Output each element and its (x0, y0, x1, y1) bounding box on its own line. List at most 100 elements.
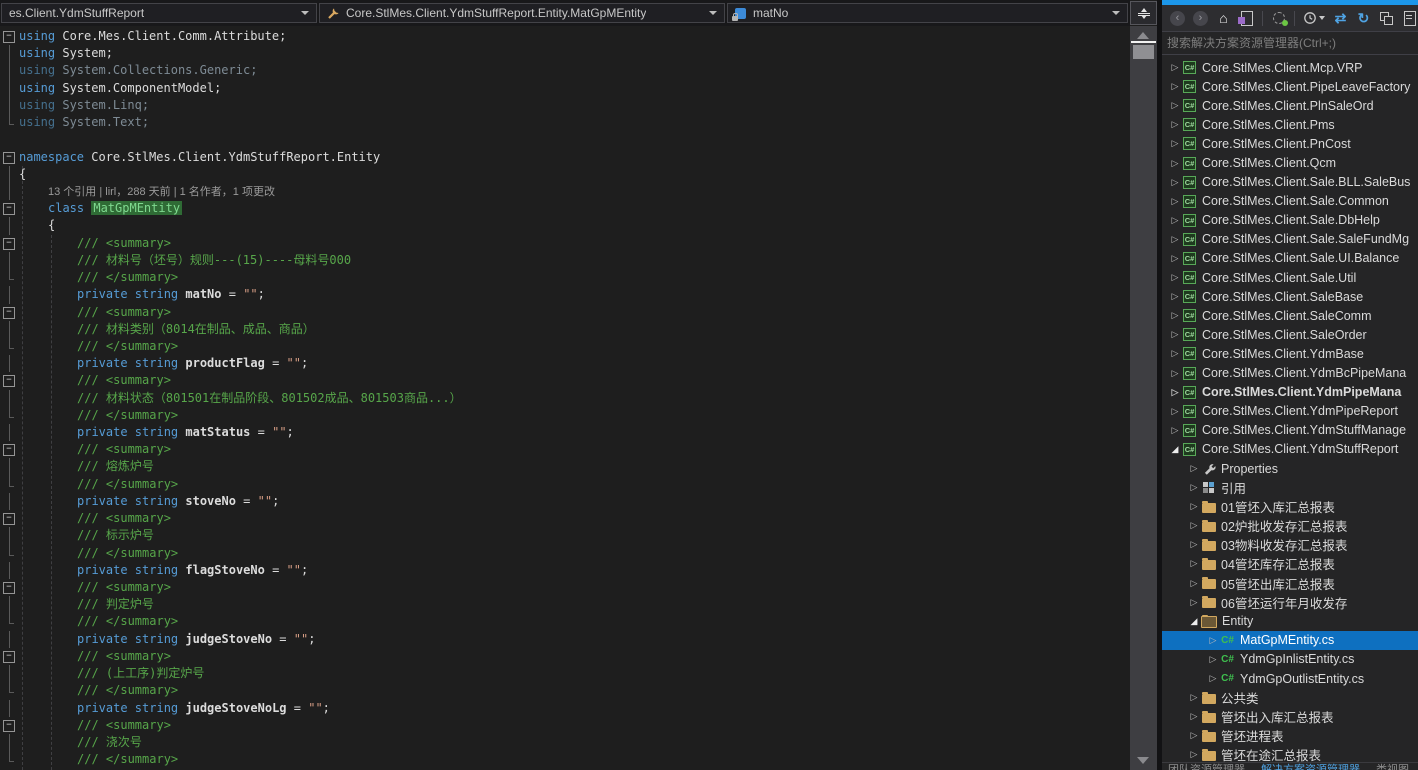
collapsed-arrow-icon[interactable]: ▷ (1168, 348, 1182, 359)
tree-item[interactable]: ◢Entity (1162, 612, 1418, 631)
collapsed-arrow-icon[interactable]: ▷ (1187, 463, 1201, 474)
collapsed-arrow-icon[interactable]: ▷ (1168, 425, 1182, 436)
collapsed-arrow-icon[interactable]: ▷ (1187, 597, 1201, 608)
preview-selected-items-icon[interactable] (1270, 10, 1287, 27)
expanded-arrow-icon[interactable]: ◢ (1187, 616, 1201, 627)
editor-vertical-scrollbar[interactable] (1130, 26, 1157, 770)
sync-active-document-icon[interactable] (1238, 10, 1255, 27)
expanded-arrow-icon[interactable]: ◢ (1168, 444, 1182, 455)
type-dropdown[interactable]: Core.StlMes.Client.YdmStuffReport.Entity… (319, 3, 725, 23)
tree-item[interactable]: ◢C#Core.StlMes.Client.YdmStuffReport (1162, 440, 1418, 459)
outline-collapse-box[interactable] (0, 579, 19, 596)
tree-item[interactable]: ▷C#Core.StlMes.Client.SaleOrder (1162, 325, 1418, 344)
scroll-down-arrow-icon[interactable] (1137, 757, 1149, 764)
outline-collapse-box[interactable] (0, 717, 19, 734)
scroll-up-arrow-icon[interactable] (1137, 32, 1149, 39)
tree-item[interactable]: ▷C#Core.StlMes.Client.Sale.SaleFundMg (1162, 230, 1418, 249)
project-dropdown[interactable]: es.Client.YdmStuffReport (1, 3, 317, 23)
collapsed-arrow-icon[interactable]: ▷ (1168, 100, 1182, 111)
tree-item[interactable]: ▷C#Core.StlMes.Client.Mcp.VRP (1162, 58, 1418, 77)
refresh-icon[interactable]: ↻ (1355, 10, 1372, 27)
collapsed-arrow-icon[interactable]: ▷ (1168, 253, 1182, 264)
forward-icon[interactable]: › (1192, 10, 1209, 27)
tree-item[interactable]: ▷C#Core.StlMes.Client.PnCost (1162, 134, 1418, 153)
collapsed-arrow-icon[interactable]: ▷ (1206, 654, 1220, 665)
outline-collapse-box[interactable] (0, 304, 19, 321)
collapsed-arrow-icon[interactable]: ▷ (1168, 177, 1182, 188)
tree-item[interactable]: ▷C#Core.StlMes.Client.Qcm (1162, 153, 1418, 172)
member-dropdown[interactable]: matNo (727, 3, 1128, 23)
tree-item[interactable]: ▷C#YdmGpInlistEntity.cs (1162, 650, 1418, 669)
collapsed-arrow-icon[interactable]: ▷ (1187, 711, 1201, 722)
collapsed-arrow-icon[interactable]: ▷ (1168, 81, 1182, 92)
tree-item[interactable]: ▷C#Core.StlMes.Client.Sale.DbHelp (1162, 211, 1418, 230)
collapsed-arrow-icon[interactable]: ▷ (1168, 215, 1182, 226)
collapsed-arrow-icon[interactable]: ▷ (1168, 387, 1182, 398)
collapsed-arrow-icon[interactable]: ▷ (1168, 62, 1182, 73)
tool-window-tab[interactable]: 解决方案资源管理器 (1261, 764, 1360, 770)
collapsed-arrow-icon[interactable]: ▷ (1168, 368, 1182, 379)
tree-item[interactable]: ▷C#MatGpMEntity.cs (1162, 631, 1418, 650)
home-icon[interactable]: ⌂ (1215, 10, 1232, 27)
collapse-all-icon[interactable] (1378, 10, 1395, 27)
collapsed-arrow-icon[interactable]: ▷ (1187, 520, 1201, 531)
tree-item[interactable]: ▷C#Core.StlMes.Client.YdmBcPipeMana (1162, 364, 1418, 383)
collapsed-arrow-icon[interactable]: ▷ (1187, 749, 1201, 760)
tree-item[interactable]: ▷02炉批收发存汇总报表 (1162, 516, 1418, 535)
tree-item[interactable]: ▷05管坯出库汇总报表 (1162, 574, 1418, 593)
collapsed-arrow-icon[interactable]: ▷ (1187, 482, 1201, 493)
outline-collapse-box[interactable] (0, 441, 19, 458)
tree-item[interactable]: ▷06管坯运行年月收发存 (1162, 593, 1418, 612)
collapsed-arrow-icon[interactable]: ▷ (1168, 196, 1182, 207)
tree-item[interactable]: ▷C#YdmGpOutlistEntity.cs (1162, 669, 1418, 688)
tree-item[interactable]: ▷管坯在途汇总报表 (1162, 745, 1418, 763)
collapsed-arrow-icon[interactable]: ▷ (1206, 635, 1220, 646)
tree-item[interactable]: ▷C#Core.StlMes.Client.Pms (1162, 115, 1418, 134)
outline-collapse-box[interactable] (0, 648, 19, 665)
collapsed-arrow-icon[interactable]: ▷ (1168, 291, 1182, 302)
tree-item[interactable]: ▷C#Core.StlMes.Client.YdmPipeReport (1162, 402, 1418, 421)
tree-item[interactable]: ▷C#Core.StlMes.Client.Sale.BLL.SaleBus (1162, 173, 1418, 192)
tree-item[interactable]: ▷03物料收发存汇总报表 (1162, 535, 1418, 554)
switch-views-icon[interactable]: ⇄ (1332, 10, 1349, 27)
outline-collapse-box[interactable] (0, 149, 19, 166)
outline-collapse-box[interactable] (0, 372, 19, 389)
tree-item[interactable]: ▷C#Core.StlMes.Client.Sale.UI.Balance (1162, 249, 1418, 268)
tool-window-tab[interactable]: 团队资源管理器 (1168, 764, 1245, 770)
tree-item[interactable]: ▷管坯进程表 (1162, 726, 1418, 745)
collapsed-arrow-icon[interactable]: ▷ (1187, 558, 1201, 569)
tree-item[interactable]: ▷C#Core.StlMes.Client.PipeLeaveFactory (1162, 77, 1418, 96)
tree-item[interactable]: ▷04管坯库存汇总报表 (1162, 554, 1418, 573)
scrollbar-thumb[interactable] (1133, 45, 1154, 59)
tool-window-tab[interactable]: 类视图 (1376, 764, 1409, 770)
collapsed-arrow-icon[interactable]: ▷ (1187, 730, 1201, 741)
outline-collapse-box[interactable] (0, 28, 19, 45)
codelens-info[interactable]: 13 个引用 | lirl，288 天前 | 1 名作者，1 项更改 (48, 186, 275, 198)
split-editor-handle[interactable] (1130, 1, 1157, 25)
collapsed-arrow-icon[interactable]: ▷ (1187, 578, 1201, 589)
collapsed-arrow-icon[interactable]: ▷ (1168, 158, 1182, 169)
collapsed-arrow-icon[interactable]: ▷ (1187, 501, 1201, 512)
tree-item[interactable]: ▷管坯出入库汇总报表 (1162, 707, 1418, 726)
tree-item[interactable]: ▷公共类 (1162, 688, 1418, 707)
collapsed-arrow-icon[interactable]: ▷ (1168, 310, 1182, 321)
tree-item[interactable]: ▷C#Core.StlMes.Client.PlnSaleOrd (1162, 96, 1418, 115)
outline-collapse-box[interactable] (0, 510, 19, 527)
collapsed-arrow-icon[interactable]: ▷ (1187, 692, 1201, 703)
tree-item[interactable]: ▷Properties (1162, 459, 1418, 478)
tree-item[interactable]: ▷C#Core.StlMes.Client.SaleComm (1162, 306, 1418, 325)
outline-collapse-box[interactable] (0, 200, 19, 217)
back-icon[interactable]: ‹ (1169, 10, 1186, 27)
collapsed-arrow-icon[interactable]: ▷ (1168, 138, 1182, 149)
collapsed-arrow-icon[interactable]: ▷ (1187, 539, 1201, 550)
tree-item[interactable]: ▷C#Core.StlMes.Client.Sale.Common (1162, 192, 1418, 211)
tree-item[interactable]: ▷C#Core.StlMes.Client.Sale.Util (1162, 268, 1418, 287)
collapsed-arrow-icon[interactable]: ▷ (1168, 329, 1182, 340)
collapsed-arrow-icon[interactable]: ▷ (1168, 406, 1182, 417)
tree-item[interactable]: ▷C#Core.StlMes.Client.YdmBase (1162, 344, 1418, 363)
collapsed-arrow-icon[interactable]: ▷ (1168, 234, 1182, 245)
pending-changes-filter-icon[interactable] (1302, 10, 1326, 27)
tree-item[interactable]: ▷引用 (1162, 478, 1418, 497)
tree-item[interactable]: ▷01管坯入库汇总报表 (1162, 497, 1418, 516)
outline-collapse-box[interactable] (0, 235, 19, 252)
